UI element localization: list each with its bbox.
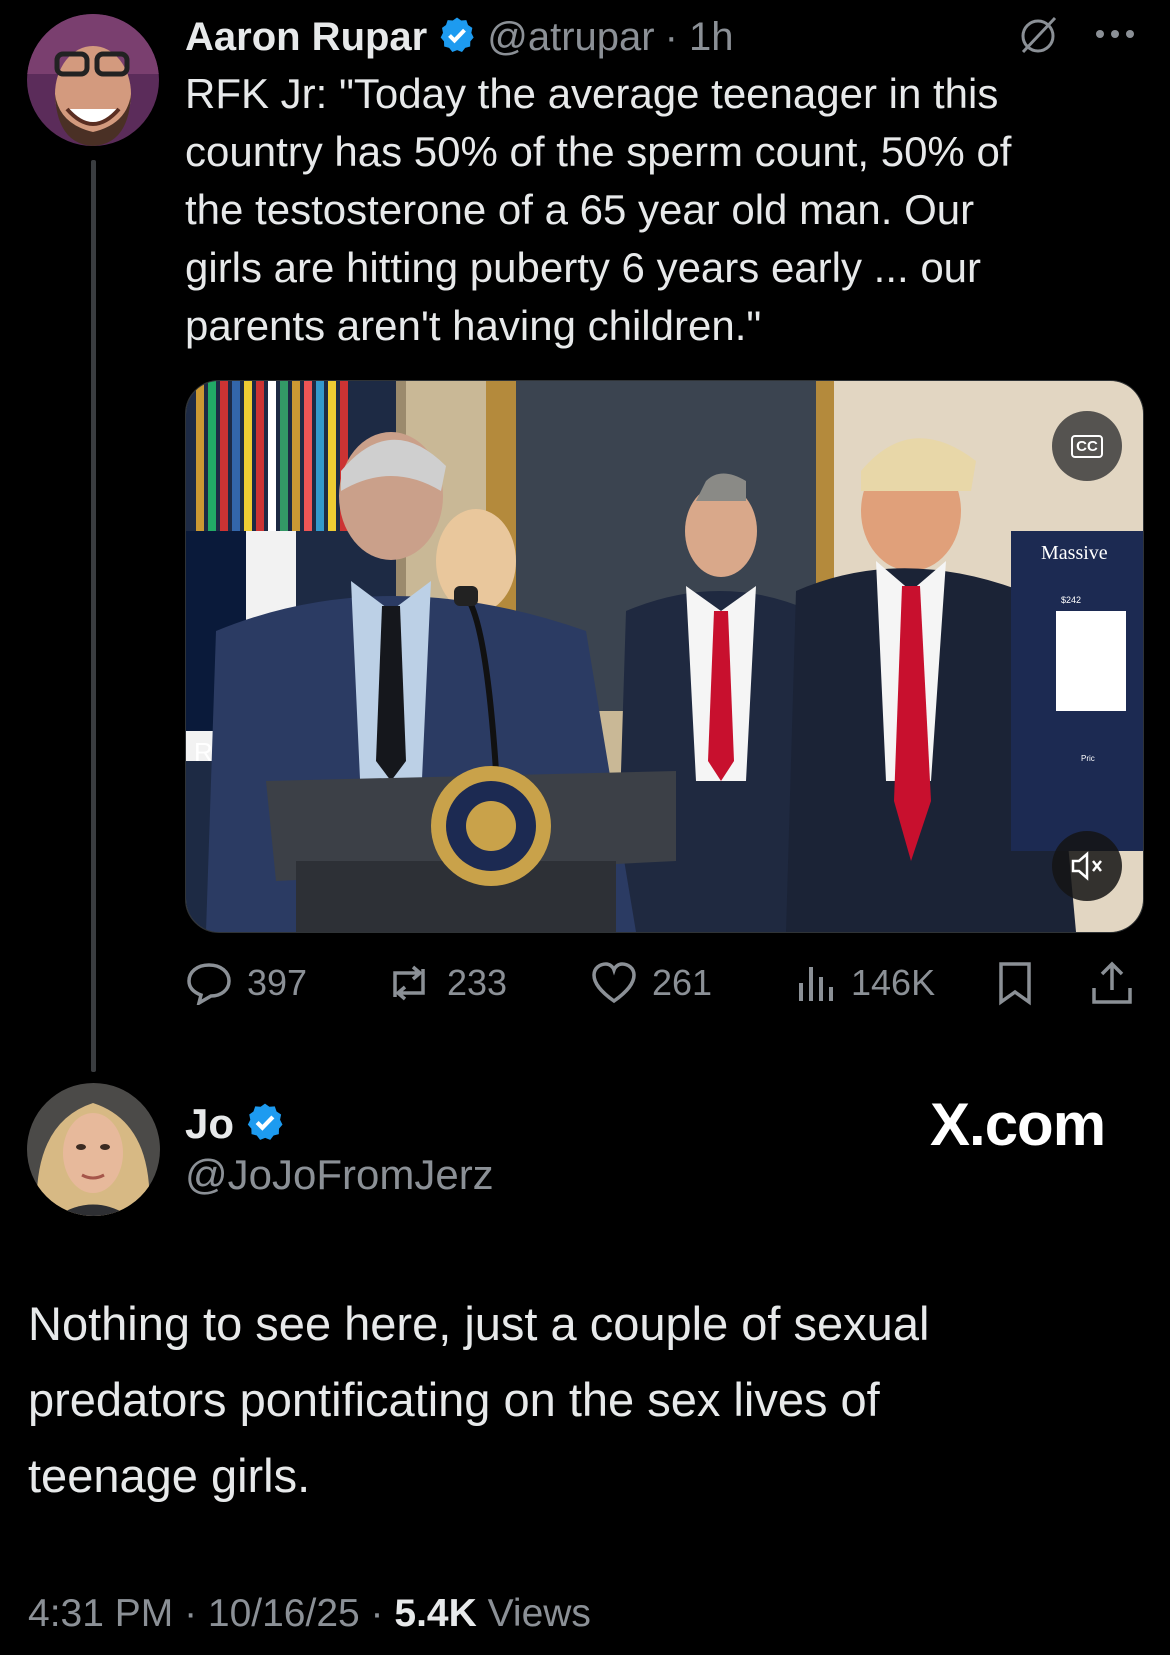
reply-text-line: predators pontificating on the sex lives… (28, 1373, 880, 1426)
views-count: 146K (851, 962, 936, 1003)
thread-connector (91, 160, 96, 1072)
media-sign-title: Massive (1041, 542, 1108, 564)
meta-views-label: Views (476, 1592, 591, 1635)
tweet-meta: 4:31 PM · 10/16/25 · 5.4K Views (28, 1592, 591, 1636)
reply-text-line: teenage girls. (28, 1449, 311, 1502)
more-icon[interactable] (1090, 24, 1140, 44)
tweet-text-line: country has 50% of the sperm count, 50% … (185, 128, 1012, 175)
captions-icon: CC (1071, 434, 1103, 458)
repost-icon (393, 965, 425, 1001)
like-action[interactable]: 261 (590, 958, 712, 1008)
share-action[interactable] (1090, 958, 1134, 1008)
views-action[interactable]: 146K (795, 958, 935, 1008)
grok-icon[interactable] (1015, 12, 1061, 58)
like-count: 261 (652, 962, 713, 1003)
tweet-header: Aaron Rupar @atrupar · 1h (185, 8, 734, 66)
reply-author-handle[interactable]: @JoJoFromJerz (185, 1151, 494, 1199)
bookmark-icon (999, 962, 1031, 1006)
views-icon (799, 967, 833, 1001)
author-name[interactable]: Aaron Rupar (185, 15, 427, 60)
tweet-text: RFK Jr: "Today the average teenager in t… (185, 65, 1145, 355)
reply-author-avatar[interactable] (27, 1083, 160, 1216)
tweet-text-line: girls are hitting puberty 6 years early … (185, 244, 982, 291)
like-icon (592, 962, 636, 1004)
x-brand: X.com (930, 1091, 1106, 1158)
reply-count: 397 (247, 962, 308, 1003)
media-sign-price: $242 (1061, 595, 1081, 605)
mute-button[interactable] (1052, 831, 1122, 901)
reply-text: Nothing to see here, just a couple of se… (28, 1286, 1148, 1514)
verified-badge-icon (244, 1101, 286, 1148)
video-frame: RC Massive $242 Pric (186, 381, 1143, 932)
tweet-text-line: parents aren't having children." (185, 302, 762, 349)
share-icon (1092, 961, 1132, 1004)
reply-action[interactable]: 397 (185, 958, 307, 1008)
repost-action[interactable]: 233 (385, 958, 507, 1008)
tweet-text-line: the testosterone of a 65 year old man. O… (185, 186, 975, 233)
reply-author-name-row: Jo (185, 1096, 286, 1152)
author-avatar[interactable] (27, 14, 159, 146)
reply-author-name[interactable]: Jo (185, 1100, 234, 1148)
media-sign-small: Pric (1081, 754, 1095, 763)
bookmark-action[interactable] (995, 958, 1035, 1008)
tweet-time[interactable]: · 1h (665, 15, 734, 60)
tweet-text-line: RFK Jr: "Today the average teenager in t… (185, 70, 999, 117)
repost-count: 233 (447, 962, 508, 1003)
tweet-video[interactable]: RC Massive $242 Pric (185, 380, 1144, 933)
author-handle[interactable]: @atrupar (487, 15, 654, 60)
reply-icon (187, 963, 231, 1005)
meta-timestamp[interactable]: 4:31 PM · 10/16/25 · (28, 1592, 394, 1635)
reply-text-line: Nothing to see here, just a couple of se… (28, 1297, 930, 1350)
verified-badge-icon (437, 15, 477, 60)
meta-views-count: 5.4K (394, 1592, 477, 1635)
captions-button[interactable]: CC (1052, 411, 1122, 481)
mute-icon (1071, 851, 1102, 881)
